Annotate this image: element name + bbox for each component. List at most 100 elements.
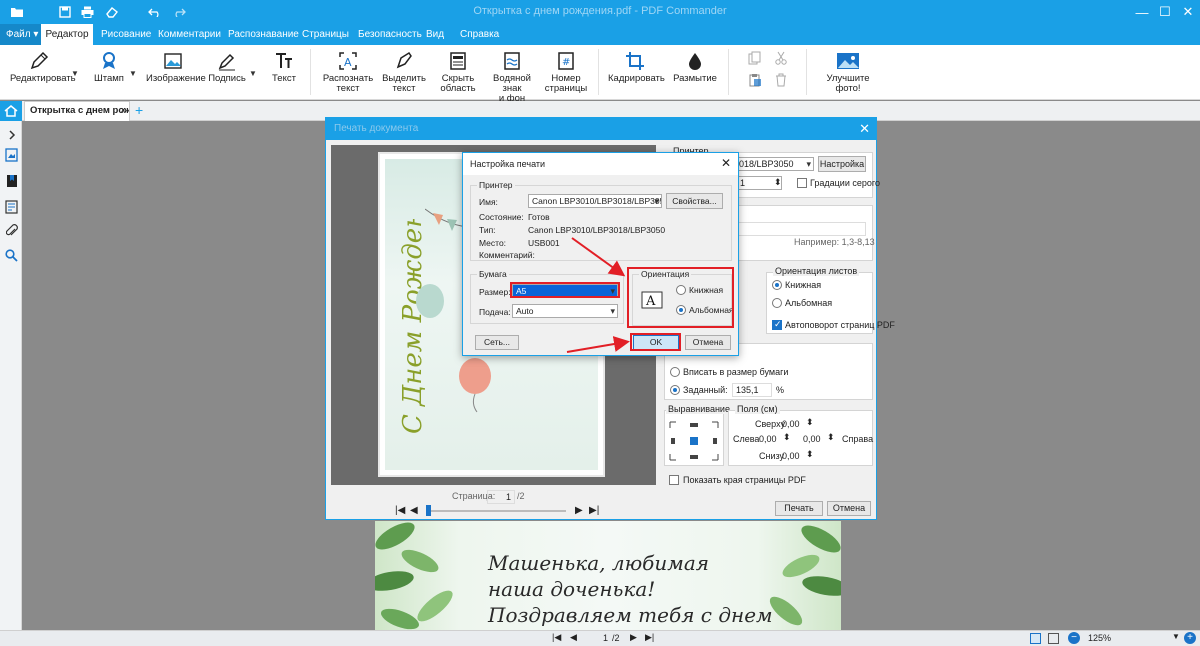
hide-area-button[interactable]: Скрыть область — [436, 51, 480, 94]
close-window-icon[interactable]: ✕ — [1178, 2, 1198, 22]
print-button[interactable]: Печать — [775, 501, 823, 516]
tab-recognition[interactable]: Распознавание — [224, 24, 303, 45]
print-icon[interactable] — [78, 3, 96, 21]
grayscale-label: Градации серого — [810, 178, 880, 188]
stamp-label: Штамп — [94, 73, 124, 84]
blur-button[interactable]: Размытие — [672, 51, 718, 84]
close-tab-icon[interactable]: × — [120, 102, 126, 120]
delete-icon[interactable] — [774, 73, 788, 87]
thumbnails-icon[interactable] — [4, 147, 19, 162]
ps-source-select[interactable]: Auto — [512, 304, 618, 318]
save-icon[interactable] — [56, 3, 74, 21]
tab-help[interactable]: Справка — [456, 24, 503, 45]
page-range-input[interactable] — [736, 222, 866, 236]
text-button[interactable]: Текст — [270, 51, 298, 84]
show-edges-checkbox[interactable] — [669, 475, 679, 485]
recognize-text-button[interactable]: A Распознать текст — [322, 51, 374, 94]
margin-left-spinner-icon[interactable]: ⬍ — [783, 432, 791, 443]
copies-spinner-icon[interactable]: ⬍ — [774, 177, 782, 188]
margin-bottom-spinner-icon[interactable]: ⬍ — [806, 449, 814, 460]
tab-pages[interactable]: Страницы — [298, 24, 353, 45]
margin-top-input[interactable]: 0,00 — [782, 419, 800, 429]
tab-drawing[interactable]: Рисование — [97, 24, 155, 45]
bookmarks-icon[interactable] — [4, 173, 19, 188]
zoom-dropdown-icon[interactable]: ▼ — [1172, 632, 1180, 641]
zoom-out-icon[interactable]: − — [1068, 632, 1080, 644]
comments-panel-icon[interactable] — [4, 199, 19, 214]
last-page-icon[interactable]: ▶| — [645, 632, 654, 643]
tab-editor[interactable]: Редактор — [41, 24, 93, 45]
print-dialog-close-icon[interactable]: ✕ — [859, 121, 870, 137]
document-tab[interactable]: Открытка с днем рожд... × — [24, 101, 130, 121]
eraser-icon[interactable] — [102, 3, 120, 21]
preview-first-icon[interactable]: |◀ — [395, 505, 405, 516]
preview-next-icon[interactable]: ▶ — [575, 505, 583, 516]
ps-properties-button[interactable]: Свойства... — [666, 193, 723, 209]
edit-dropdown-icon[interactable]: ▼ — [71, 69, 79, 78]
stamp-button[interactable]: Штамп — [92, 51, 126, 84]
image-button[interactable]: Изображение — [146, 51, 206, 84]
autorotate-checkbox[interactable] — [772, 319, 782, 330]
attachments-icon[interactable] — [4, 223, 19, 238]
file-menu[interactable]: Файл ▾ — [0, 24, 45, 45]
page-number-button[interactable]: # Номер страницы — [544, 51, 588, 94]
ps-network-button[interactable]: Сеть... — [475, 335, 519, 350]
zoom-level[interactable]: 125% — [1088, 633, 1111, 643]
paste-icon[interactable] — [748, 73, 762, 87]
first-page-icon[interactable]: |◀ — [552, 632, 561, 643]
custom-scale-input[interactable]: 135,1 — [732, 383, 772, 397]
cut-icon[interactable] — [774, 51, 788, 65]
expand-sidebar-icon[interactable] — [4, 127, 19, 142]
previous-page-icon[interactable]: ◀ — [570, 632, 577, 643]
margin-top-spinner-icon[interactable]: ⬍ — [806, 417, 814, 428]
ps-printer-name-select[interactable]: Canon LBP3010/LBP3018/LBP3050 — [528, 194, 662, 208]
alignment-grid-icon[interactable] — [668, 420, 720, 462]
zoom-in-icon[interactable]: + — [1184, 632, 1196, 644]
status-page-input[interactable]: 1 — [584, 632, 610, 646]
tab-security[interactable]: Безопасность — [354, 24, 426, 45]
sheet-portrait-radio[interactable] — [772, 280, 782, 290]
ps-cancel-button[interactable]: Отмена — [685, 335, 731, 350]
minimize-icon[interactable]: — — [1132, 2, 1152, 22]
page-setup-close-icon[interactable]: ✕ — [721, 156, 731, 170]
print-cancel-button[interactable]: Отмена — [827, 501, 871, 516]
add-tab-icon[interactable]: + — [135, 102, 143, 118]
home-button[interactable] — [0, 101, 22, 121]
tab-comments[interactable]: Комментарии — [154, 24, 225, 45]
preview-last-icon[interactable]: ▶| — [589, 505, 599, 516]
maximize-icon[interactable]: ☐ — [1155, 2, 1175, 22]
undo-icon[interactable] — [146, 3, 164, 21]
stamp-dropdown-icon[interactable]: ▼ — [129, 69, 137, 78]
fit-paper-radio[interactable] — [670, 367, 680, 377]
open-folder-icon[interactable] — [8, 3, 26, 21]
redo-icon[interactable] — [170, 3, 188, 21]
text-icon — [276, 53, 292, 68]
edit-button[interactable]: Редактировать — [10, 51, 76, 84]
next-page-icon[interactable]: ▶ — [630, 632, 637, 643]
enhance-photo-label: Улучшите фото! — [826, 73, 870, 94]
preview-page-input[interactable]: 1 — [487, 490, 515, 504]
copy-icon[interactable] — [748, 51, 762, 65]
signature-button[interactable]: Подпись — [208, 51, 246, 84]
sheet-landscape-radio[interactable] — [772, 298, 782, 308]
printer-settings-button[interactable]: Настройка — [818, 156, 866, 172]
grayscale-checkbox[interactable] — [797, 178, 807, 188]
enhance-photo-button[interactable]: Улучшите фото! — [814, 51, 882, 94]
preview-prev-icon[interactable]: ◀ — [410, 505, 418, 516]
signature-dropdown-icon[interactable]: ▼ — [249, 69, 257, 78]
tab-view[interactable]: Вид — [422, 24, 448, 45]
custom-scale-radio[interactable] — [670, 385, 680, 395]
margin-right-spinner-icon[interactable]: ⬍ — [827, 432, 835, 443]
search-icon[interactable] — [4, 248, 19, 263]
preview-slider-track[interactable] — [428, 510, 566, 512]
fit-page-icon[interactable] — [1048, 633, 1059, 644]
margin-bottom-input[interactable]: 0,00 — [782, 451, 800, 461]
select-text-button[interactable]: Выделить текст — [382, 51, 426, 94]
crop-button[interactable]: Кадрировать — [608, 51, 665, 84]
single-page-view-icon[interactable] — [1030, 633, 1041, 644]
printer-select[interactable]: 3018/LBP3050 — [730, 157, 814, 171]
margin-right-input[interactable]: 0,00 — [803, 434, 821, 444]
preview-slider-handle[interactable] — [426, 505, 431, 516]
watermark-button[interactable]: Водяной знак и фон — [484, 51, 540, 104]
margin-left-input[interactable]: 0,00 — [759, 434, 777, 444]
